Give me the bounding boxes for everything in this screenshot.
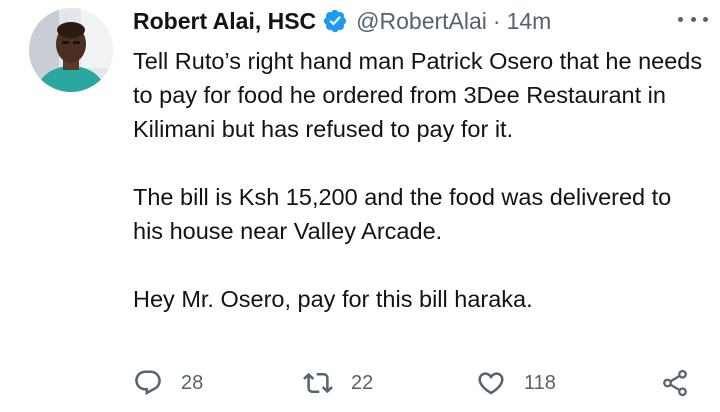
tweet-actions: 28 22 118: [133, 366, 703, 400]
retweet-icon: [303, 372, 333, 394]
reply-icon: [135, 370, 161, 396]
more-dot: [703, 16, 708, 22]
author-display-name[interactable]: Robert Alai, HSC: [133, 8, 316, 35]
more-horizontal-icon: [678, 16, 683, 22]
tweet-header: Robert Alai, HSC @RobertAlai · 14m: [133, 5, 700, 37]
avatar-image: [29, 8, 113, 92]
tweet-paragraph: Hey Mr. Osero, pay for this bill haraka.: [133, 286, 533, 312]
tweet[interactable]: Robert Alai, HSC @RobertAlai · 14m Tell …: [0, 0, 720, 412]
like-count: 118: [524, 371, 556, 394]
share-button[interactable]: [660, 366, 690, 400]
tweet-timestamp[interactable]: 14m: [507, 8, 552, 35]
heart-icon: [478, 372, 504, 395]
author-handle[interactable]: @RobertAlai: [356, 8, 487, 35]
reply-button[interactable]: 28: [133, 366, 203, 400]
retweet-button[interactable]: 22: [303, 366, 373, 400]
retweet-count: 22: [351, 371, 374, 394]
share-icon: [663, 369, 687, 397]
tweet-text: Tell Ruto’s right hand man Patrick Osero…: [133, 44, 703, 316]
more-dot: [690, 16, 696, 22]
tweet-paragraph: Tell Ruto’s right hand man Patrick Osero…: [133, 48, 703, 142]
avatar[interactable]: [29, 8, 113, 92]
tweet-paragraph: The bill is Ksh 15,200 and the food was …: [133, 184, 672, 244]
more-options-button[interactable]: [678, 12, 708, 26]
like-button[interactable]: 118: [476, 366, 556, 400]
header-separator: ·: [492, 7, 501, 34]
verified-badge-icon: [322, 8, 348, 34]
reply-count: 28: [181, 371, 204, 394]
